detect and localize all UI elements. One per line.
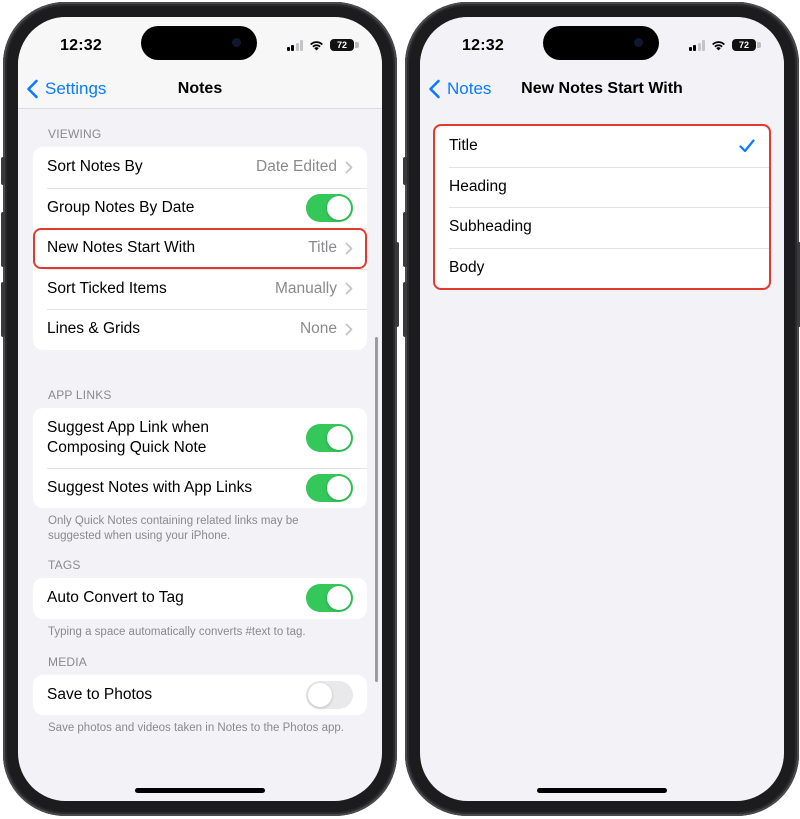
section-footer-tags: Typing a space automatically converts #t… (48, 625, 306, 638)
row-suggest-notes-with-app-links: Suggest Notes with App Links (33, 467, 367, 509)
save-to-photos-toggle[interactable] (306, 680, 353, 709)
cellular-signal-icon (286, 39, 303, 51)
volume-down-button (403, 282, 407, 337)
power-button (395, 242, 399, 327)
group-notes-by-date-toggle[interactable] (306, 193, 353, 222)
row-label: New Notes Start With (47, 239, 196, 257)
volume-up-button (1, 212, 5, 267)
row-group-notes-by-date: Group Notes By Date (33, 187, 367, 229)
option-title[interactable]: Title (435, 126, 769, 167)
option-label: Body (449, 258, 485, 276)
status-bar: 12:32 72 (420, 17, 784, 73)
row-sort-notes-by[interactable]: Sort Notes By Date Edited (33, 147, 367, 188)
auto-convert-to-tag-toggle[interactable] (306, 584, 353, 613)
option-label: Heading (449, 177, 507, 195)
group-media: Save to Photos (33, 674, 367, 716)
camera-icon (634, 38, 643, 47)
chevron-right-icon (345, 282, 353, 295)
dynamic-island (543, 26, 659, 60)
chevron-right-icon (345, 161, 353, 174)
status-icons: 72 (688, 39, 761, 51)
back-label: Notes (447, 79, 492, 98)
row-value: None (299, 320, 337, 338)
row-value: Title (308, 239, 337, 257)
home-indicator[interactable] (135, 788, 265, 793)
row-label: Sort Ticked Items (47, 279, 167, 297)
suggest-app-link-toggle[interactable] (306, 423, 353, 452)
battery-icon: 72 (732, 39, 761, 51)
nav-bar: Settings Notes (18, 73, 382, 109)
section-footer-media: Save photos and videos taken in Notes to… (48, 722, 345, 734)
new-notes-start-with-screen: 12:32 72 Notes New Notes Start With Titl… (420, 17, 784, 801)
row-sort-ticked-items[interactable]: Sort Ticked Items Manually (33, 268, 367, 310)
volume-down-button (1, 282, 5, 337)
group-viewing: Sort Notes By Date Edited Group Notes By… (33, 147, 367, 350)
row-label: Auto Convert to Tag (47, 589, 184, 607)
row-label: Suggest Notes with App Links (47, 478, 253, 496)
section-header-viewing: VIEWING (48, 127, 102, 141)
status-time: 12:32 (60, 37, 102, 54)
battery-icon: 72 (330, 39, 359, 51)
settings-screen: 12:32 72 Settings Notes VIEWING Sort Not… (18, 17, 382, 801)
wifi-icon (712, 40, 725, 51)
row-value: Manually (274, 279, 337, 297)
chevron-left-icon (429, 79, 440, 99)
row-auto-convert-to-tag: Auto Convert to Tag (33, 578, 367, 619)
section-header-app-links: APP LINKS (48, 387, 112, 402)
camera-icon (232, 38, 241, 47)
volume-up-button (403, 212, 407, 267)
option-label: Title (449, 137, 478, 155)
row-label: Suggest App Link when Composing Quick No… (47, 418, 210, 456)
row-save-to-photos: Save to Photos (33, 675, 367, 716)
row-label: Save to Photos (47, 685, 153, 703)
option-label: Subheading (449, 218, 532, 236)
status-time: 12:32 (462, 37, 504, 54)
battery-level: 72 (738, 40, 749, 50)
action-button (403, 157, 407, 185)
page-title: New Notes Start With (521, 80, 683, 97)
settings-list[interactable]: VIEWING Sort Notes By Date Edited Group … (18, 109, 382, 801)
row-suggest-app-link: Suggest App Link when Composing Quick No… (33, 408, 367, 468)
group-start-options: Title Heading Subheading Body (433, 124, 771, 290)
checkmark-icon (739, 139, 755, 153)
suggest-notes-with-app-links-toggle[interactable] (306, 473, 353, 502)
row-lines-and-grids[interactable]: Lines & Grids None (33, 309, 367, 350)
battery-level: 72 (336, 40, 347, 50)
status-bar: 12:32 72 (18, 17, 382, 73)
action-button (1, 157, 5, 185)
row-label: Group Notes By Date (47, 198, 195, 216)
row-value: Date Edited (256, 158, 337, 176)
row-label: Lines & Grids (47, 320, 141, 338)
home-indicator[interactable] (537, 788, 667, 793)
option-heading[interactable]: Heading (435, 166, 769, 208)
section-header-tags: TAGS (48, 558, 81, 572)
option-body[interactable]: Body (435, 247, 769, 289)
chevron-right-icon (345, 323, 353, 336)
group-app-links: Suggest App Link when Composing Quick No… (33, 407, 367, 509)
status-icons: 72 (286, 39, 359, 51)
option-subheading[interactable]: Subheading (435, 207, 769, 248)
cellular-signal-icon (688, 39, 705, 51)
nav-bar: Notes New Notes Start With (420, 73, 784, 109)
scrollbar[interactable] (375, 337, 378, 682)
section-header-media: MEDIA (48, 654, 88, 669)
wifi-icon (310, 40, 323, 51)
back-button-notes[interactable]: Notes (428, 79, 491, 99)
row-label: Sort Notes By (47, 158, 143, 176)
phone-frame-right: 12:32 72 Notes New Notes Start With Titl… (403, 2, 800, 816)
section-footer-app-links: Only Quick Notes containing related link… (48, 515, 299, 542)
chevron-right-icon (345, 242, 353, 255)
dynamic-island (141, 26, 257, 60)
group-tags: Auto Convert to Tag (33, 578, 367, 619)
phone-frame-left: 12:32 72 Settings Notes VIEWING Sort Not… (1, 2, 399, 816)
page-title: Notes (177, 80, 223, 97)
row-new-notes-start-with[interactable]: New Notes Start With Title (33, 228, 367, 269)
options-list: Title Heading Subheading Body (420, 109, 784, 801)
